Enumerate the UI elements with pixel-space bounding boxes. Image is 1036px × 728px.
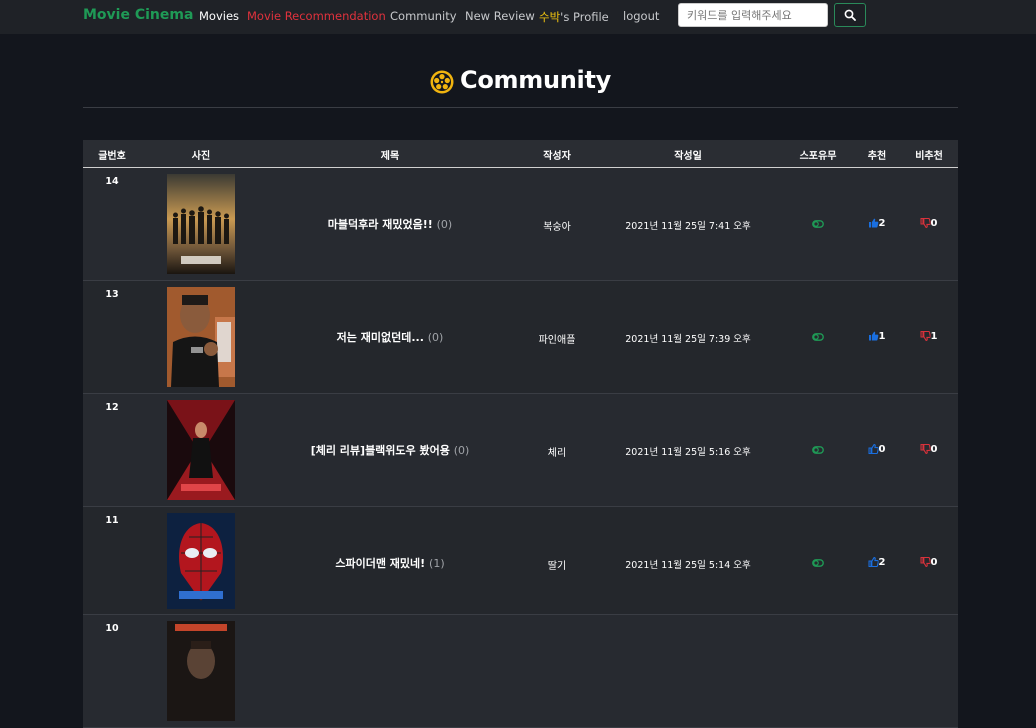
post-title: [체리 리뷰]블랙위도우 봤어용 bbox=[310, 444, 450, 457]
post-title-link[interactable]: 저는 재미없던데... (0) bbox=[337, 329, 444, 345]
post-title: 마블덕후라 재밌었음!! bbox=[327, 218, 433, 231]
post-title-link[interactable]: 마블덕후라 재밌었음!! (0) bbox=[328, 216, 452, 232]
nav-new-review[interactable]: New Review bbox=[465, 9, 535, 23]
search-input[interactable] bbox=[678, 3, 828, 27]
page-title: Community bbox=[460, 66, 611, 94]
col-header-photo: 사진 bbox=[191, 151, 211, 162]
nav-profile[interactable]: 수박's Profile bbox=[539, 9, 609, 25]
page-header: Community bbox=[83, 60, 958, 108]
post-title-link[interactable]: 스파이더맨 재밌네! (1) bbox=[335, 555, 444, 571]
post-date: 2021년 11월 25일 5:14 오후 bbox=[625, 560, 751, 571]
spoiler-toggle-icon bbox=[812, 219, 824, 230]
like-button[interactable]: 1 bbox=[869, 331, 886, 342]
thumbs-up-icon bbox=[869, 331, 879, 341]
spoiler-toggle-icon bbox=[812, 558, 824, 569]
col-header-date: 작성일 bbox=[674, 151, 702, 162]
thumbs-up-icon bbox=[869, 218, 879, 228]
community-table: 글번호 사진 제목 작성자 작성일 스포유무 추천 비추천 14 마블덕후라 재… bbox=[83, 140, 958, 728]
comment-count: (0) bbox=[427, 331, 444, 344]
thumbs-down-icon bbox=[920, 331, 931, 341]
movie-poster-thumbnail[interactable] bbox=[167, 400, 235, 500]
dislike-button[interactable]: 1 bbox=[920, 331, 938, 342]
nav-community[interactable]: Community bbox=[390, 9, 457, 23]
like-count: 1 bbox=[878, 331, 886, 342]
like-button[interactable]: 2 bbox=[869, 218, 886, 229]
comment-count: (1) bbox=[429, 557, 445, 570]
nav-movies[interactable]: Movies bbox=[199, 9, 239, 23]
film-reel-icon bbox=[430, 70, 454, 94]
dislike-button[interactable]: 0 bbox=[920, 218, 938, 229]
like-button[interactable]: 2 bbox=[868, 557, 886, 568]
table-header: 글번호 사진 제목 작성자 작성일 스포유무 추천 비추천 bbox=[83, 140, 958, 168]
post-author: 파인애플 bbox=[538, 335, 576, 346]
thumbs-down-icon bbox=[920, 444, 931, 454]
thumbs-down-icon bbox=[920, 557, 931, 567]
table-row[interactable]: 10 bbox=[83, 615, 958, 728]
thumbs-up-icon bbox=[868, 557, 879, 567]
col-header-spoiler: 스포유무 bbox=[799, 151, 837, 162]
table-row[interactable]: 12 [체리 리뷰]블랙위도우 봤어용 (0) 체리 2021년 11월 25일… bbox=[83, 394, 958, 507]
post-title-link[interactable]: [체리 리뷰]블랙위도우 봤어용 (0) bbox=[311, 442, 470, 458]
movie-poster-thumbnail[interactable] bbox=[167, 621, 235, 721]
like-count: 2 bbox=[878, 557, 886, 568]
col-header-dislike: 비추천 bbox=[915, 151, 943, 162]
like-count: 2 bbox=[878, 218, 886, 229]
dislike-count: 0 bbox=[930, 444, 938, 455]
comment-count: (0) bbox=[453, 444, 470, 457]
dislike-count: 1 bbox=[930, 331, 938, 342]
table-row[interactable]: 11 스파이더맨 재밌네! (1) 딸기 2021년 11월 25일 5:14 … bbox=[83, 507, 958, 615]
dislike-button[interactable]: 0 bbox=[920, 557, 938, 568]
col-header-title: 제목 bbox=[380, 151, 400, 162]
thumbs-down-icon bbox=[920, 218, 931, 228]
movie-poster-thumbnail[interactable] bbox=[167, 513, 235, 609]
like-count: 0 bbox=[878, 444, 886, 455]
post-date: 2021년 11월 25일 7:41 오후 bbox=[625, 221, 751, 232]
search-button[interactable] bbox=[834, 3, 866, 27]
nav-movie-recommendation[interactable]: Movie Recommendation bbox=[247, 9, 386, 23]
col-header-like: 추천 bbox=[867, 151, 887, 162]
search-icon bbox=[844, 9, 856, 21]
post-number: 11 bbox=[105, 515, 119, 526]
post-number: 10 bbox=[105, 623, 119, 634]
comment-count: (0) bbox=[436, 218, 453, 231]
post-number: 12 bbox=[105, 402, 119, 413]
movie-poster-thumbnail[interactable] bbox=[167, 287, 235, 387]
post-title: 스파이더맨 재밌네! bbox=[335, 557, 426, 570]
post-date: 2021년 11월 25일 5:16 오후 bbox=[625, 447, 751, 458]
dislike-count: 0 bbox=[930, 557, 938, 568]
spoiler-toggle-icon bbox=[812, 332, 824, 343]
post-number: 14 bbox=[105, 176, 119, 187]
profile-suffix: 's Profile bbox=[560, 10, 609, 24]
post-author: 체리 bbox=[547, 448, 567, 459]
dislike-button[interactable]: 0 bbox=[920, 444, 938, 455]
profile-username: 수박 bbox=[539, 10, 561, 24]
thumbs-up-icon bbox=[868, 444, 879, 454]
post-date: 2021년 11월 25일 7:39 오후 bbox=[625, 334, 751, 345]
like-button[interactable]: 0 bbox=[868, 444, 886, 455]
table-row[interactable]: 13 저는 재미없던데... (0) 파인애플 2021년 11월 25일 7:… bbox=[83, 281, 958, 394]
post-title: 저는 재미없던데... bbox=[336, 331, 424, 344]
nav-logout[interactable]: logout bbox=[623, 9, 659, 23]
dislike-count: 0 bbox=[930, 218, 938, 229]
post-author: 딸기 bbox=[547, 561, 567, 572]
top-navbar: Movie Cinema Movies Movie Recommendation… bbox=[0, 0, 1036, 34]
table-row[interactable]: 14 마블덕후라 재밌었음!! (0) 복숭아 2021년 11월 25일 7:… bbox=[83, 168, 958, 281]
brand-logo[interactable]: Movie Cinema bbox=[83, 7, 193, 23]
post-author: 복숭아 bbox=[543, 222, 571, 233]
post-number: 13 bbox=[105, 289, 119, 300]
movie-poster-thumbnail[interactable] bbox=[167, 174, 235, 274]
col-header-num: 글번호 bbox=[98, 151, 126, 162]
spoiler-toggle-icon bbox=[812, 445, 824, 456]
col-header-author: 작성자 bbox=[543, 151, 571, 162]
